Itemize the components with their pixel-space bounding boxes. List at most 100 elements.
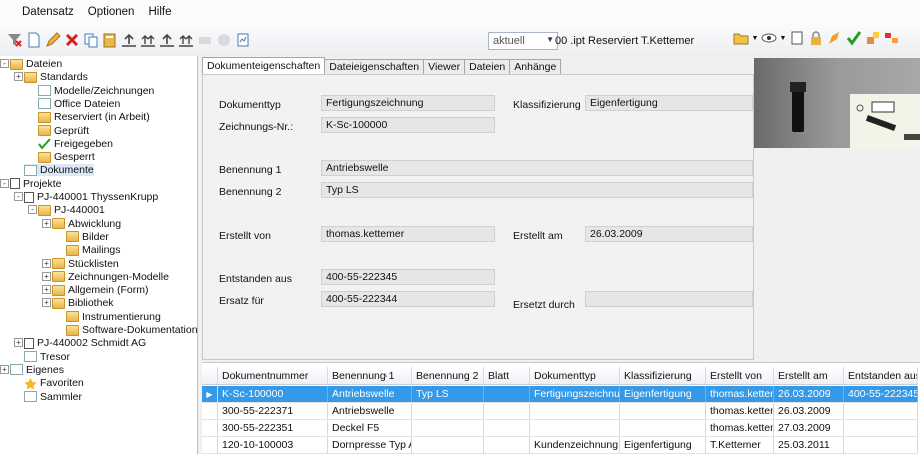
tree-item-pj-440002-schmidt-ag[interactable]: + PJ-440002 Schmidt AG [14,337,146,349]
collapse-icon[interactable]: - [14,192,23,201]
column-header[interactable]: Erstellt am [774,367,844,384]
benennung1-field[interactable]: Antriebswelle [321,160,753,176]
tree-item-bilder[interactable]: Bilder [66,231,109,243]
column-header[interactable]: Benennung 1 ▲ [328,367,412,384]
print-icon[interactable] [196,30,214,50]
table-cell [484,437,530,453]
tree-item-sammler[interactable]: Sammler [24,391,82,403]
column-header[interactable]: Dokumentnummer [218,367,328,384]
table-row[interactable]: 300-55-222351Deckel F5 thomas.kettemer27.… [202,420,918,437]
expand-icon[interactable]: + [42,218,51,228]
tree-item-tresor[interactable]: Tresor [24,351,70,363]
dokumenttyp-field[interactable]: Fertigungszeichnung [321,95,495,111]
column-header[interactable]: Klassifizierung [620,367,706,384]
tree-item-instrumentierung[interactable]: Instrumentierung [66,311,161,323]
table-row[interactable]: ▶ K-Sc-100000 Antriebswelle Typ LS Fertigung… [202,386,918,403]
tree-item-mailings[interactable]: Mailings [66,244,121,256]
collapse-icon[interactable]: - [0,59,9,68]
tree-item-favoriten[interactable]: Favoriten [24,377,84,390]
table-row[interactable]: 120-10-100003 Dornpresse Typ A Kundenzeich… [202,437,918,454]
delete-icon[interactable] [63,30,81,50]
menu-datensatz[interactable]: Datensatz [22,6,74,18]
expand-icon[interactable]: + [42,258,51,268]
page-icon[interactable] [788,28,806,48]
benennung2-field[interactable]: Typ LS [321,182,753,198]
expand-icon[interactable]: + [42,285,51,295]
benennung2-label: Benennung 2 [219,186,282,198]
tree-item-dokumente[interactable]: Dokumente [24,164,94,177]
document-properties-icon[interactable] [101,30,119,50]
expand-icon[interactable]: + [14,338,23,348]
tab-anhaenge[interactable]: Anhänge [509,59,562,74]
tree-item-st-cklisten[interactable]: + Stücklisten [42,258,119,270]
expand-icon[interactable]: + [14,72,23,82]
filter-icon[interactable] [6,30,24,50]
tab-viewer[interactable]: Viewer [423,59,466,74]
row-selector[interactable] [202,420,218,436]
tree-item-gepr-ft[interactable]: Geprüft [38,125,89,137]
upload-version-icon[interactable] [158,30,176,50]
expand-icon[interactable]: + [42,271,51,281]
workflow-icon[interactable] [883,28,901,48]
upload-icon[interactable] [120,30,138,50]
open-folder-icon[interactable] [732,28,750,48]
entstanden-aus-field[interactable]: 400-55-222345 [321,269,495,285]
new-document-icon[interactable] [25,30,43,50]
tree-item-dateien[interactable]: - Dateien [0,58,62,70]
copy-icon[interactable] [82,30,100,50]
collapse-icon[interactable]: - [28,205,37,215]
checkmark-icon[interactable] [845,28,863,48]
view-icon[interactable] [760,28,778,48]
menu-optionen[interactable]: Optionen [88,6,135,18]
column-header[interactable]: Erstellt von [706,367,774,384]
tree-item-reserviert-in-arbeit[interactable]: Reserviert (in Arbeit) [38,111,150,123]
tree-item-modelle-zeichnungen[interactable]: Modelle/Zeichnungen [38,85,154,97]
erstellt-am-field[interactable]: 26.03.2009 [585,226,753,242]
chevron-down-icon[interactable]: ▼ [751,28,759,48]
expand-icon[interactable]: + [42,298,51,308]
zeichnungsnr-field[interactable]: K-Sc-100000 [321,117,495,133]
archive-icon[interactable] [215,30,233,50]
tab-dateieigenschaften[interactable]: Dateieigenschaften [324,59,425,74]
tree-item-software-dokumentation[interactable]: Software-Dokumentation [66,324,197,336]
tree-item-freigegeben[interactable]: Freigegeben [38,138,113,150]
expand-icon[interactable]: + [0,364,9,374]
tab-dokumenteigenschaften[interactable]: Dokumenteigenschaften [202,57,326,74]
current-row-icon[interactable]: ▶ [202,386,218,402]
column-header[interactable]: Blatt [484,367,530,384]
status-combo[interactable]: aktuell ▼ [488,32,558,50]
ersatz-fuer-field[interactable]: 400-55-222344 [321,291,495,307]
upload-all-icon[interactable] [177,30,195,50]
tree-item-pj-440001[interactable]: - PJ-440001 [28,204,105,216]
tree-item-bibliothek[interactable]: + Bibliothek [42,297,114,309]
edit-icon[interactable] [44,30,62,50]
report-icon[interactable] [234,30,252,50]
row-selector[interactable] [202,437,218,453]
tree-item-pj-440001-thyssenkrupp[interactable]: - PJ-440001 ThyssenKrupp [14,191,158,203]
erstellt-von-field[interactable]: thomas.kettemer [321,226,495,242]
table-row[interactable]: 300-55-222371Antriebswelle thomas.ketteme… [202,403,918,420]
release-icon[interactable] [864,28,882,48]
tab-dateien[interactable]: Dateien [464,59,511,74]
collapse-icon[interactable]: - [0,178,9,188]
pen-icon[interactable] [826,28,844,48]
tree-item-abwicklung[interactable]: + Abwicklung [42,218,121,230]
tree-item-zeichnungen-modelle[interactable]: + Zeichnungen-Modelle [42,271,169,283]
column-header[interactable]: Dokumenttyp [530,367,620,384]
tree-item-office-dateien[interactable]: Office Dateien [38,98,120,110]
menu-hilfe[interactable]: Hilfe [148,6,171,18]
tree-item-eigenes[interactable]: + Eigenes [0,364,64,376]
column-header[interactable]: Entstanden aus [844,367,918,384]
tree-item-gesperrt[interactable]: Gesperrt [38,151,95,163]
tree-item-standards[interactable]: + Standards [14,71,88,83]
table-cell [412,437,484,453]
tree-item-projekte[interactable]: - Projekte [0,178,62,190]
lock-icon[interactable] [807,28,825,48]
tree-item-allgemein-form[interactable]: + Allgemein (Form) [42,284,149,296]
upload-multiple-icon[interactable] [139,30,157,50]
column-header[interactable]: Benennung 2 [412,367,484,384]
klassifizierung-field[interactable]: Eigenfertigung [585,95,753,111]
chevron-down-icon[interactable]: ▼ [779,28,787,48]
ersetzt-durch-field[interactable] [585,291,753,307]
row-selector[interactable] [202,403,218,419]
